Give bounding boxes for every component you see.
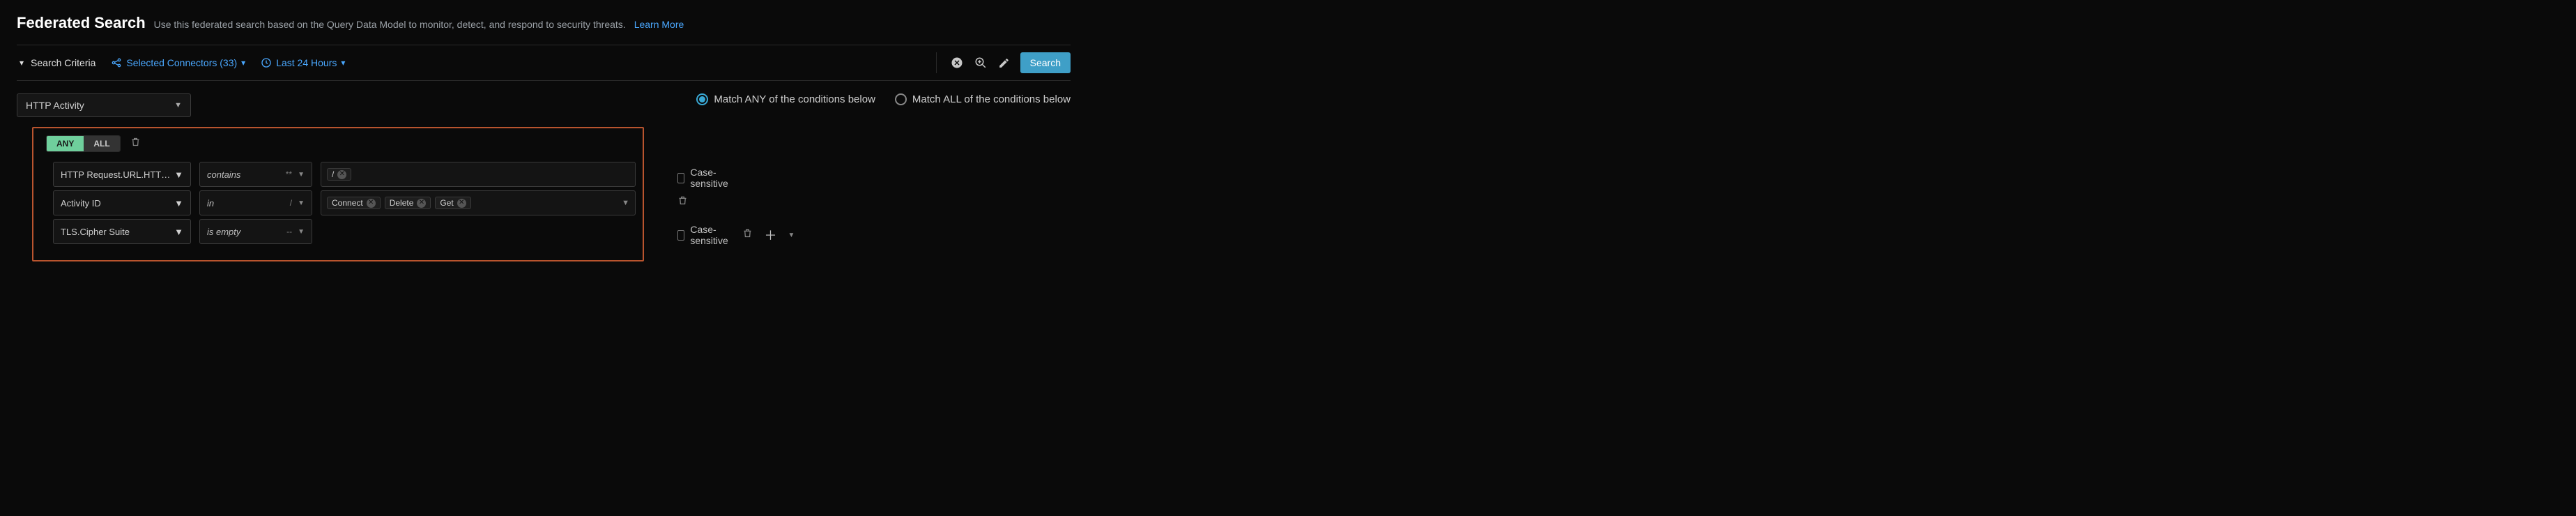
event-type-value: HTTP Activity <box>26 100 84 111</box>
chip-label: / <box>332 169 334 179</box>
remove-chip-icon[interactable]: ✕ <box>367 199 376 208</box>
chip-label: Connect <box>332 198 363 208</box>
field-select[interactable]: TLS.Cipher Suite ▼ <box>53 219 191 244</box>
match-any-label: Match ANY of the conditions below <box>714 93 875 105</box>
operator-value: is empty <box>207 227 240 237</box>
segment-all[interactable]: ALL <box>84 136 119 151</box>
match-any-radio[interactable]: Match ANY of the conditions below <box>696 93 875 105</box>
conditions-group: ANY ALL HTTP Request.URL.HTTP Qu… ▼ cont… <box>32 127 644 261</box>
chevron-down-icon: ▾ <box>20 58 24 68</box>
remove-chip-icon[interactable]: ✕ <box>457 199 466 208</box>
trash-icon[interactable] <box>130 137 141 151</box>
value-chip[interactable]: Delete✕ <box>385 197 431 209</box>
chevron-down-icon: ▼ <box>174 227 183 237</box>
operator-select[interactable]: in / ▼ <box>199 190 312 215</box>
search-criteria-label: Search Criteria <box>31 57 95 68</box>
checkbox-box-icon <box>677 173 684 183</box>
operator-select[interactable]: is empty -- ▼ <box>199 219 312 244</box>
learn-more-link[interactable]: Learn More <box>634 19 684 30</box>
operator-select[interactable]: contains ** ▼ <box>199 162 312 187</box>
chip-label: Delete <box>390 198 414 208</box>
trash-icon[interactable] <box>742 228 753 242</box>
page-title: Federated Search <box>17 14 146 32</box>
case-sensitive-label: Case-sensitive <box>690 224 731 246</box>
field-value: TLS.Cipher Suite <box>61 227 130 237</box>
field-select[interactable]: HTTP Request.URL.HTTP Qu… ▼ <box>53 162 191 187</box>
timerange-dropdown[interactable]: Last 24 Hours ▾ <box>261 57 345 68</box>
checkbox-box-icon <box>677 230 684 241</box>
any-all-segmented[interactable]: ANY ALL <box>46 135 121 152</box>
condition-row: TLS.Cipher Suite ▼ is empty -- ▼ <box>53 219 636 244</box>
zoom-in-icon[interactable] <box>973 55 988 70</box>
page-subtitle: Use this federated search based on the Q… <box>154 19 626 30</box>
chevron-down-icon: ▾ <box>341 58 345 68</box>
remove-chip-icon[interactable]: ✕ <box>337 170 346 179</box>
operator-value: contains <box>207 169 240 180</box>
connectors-label: Selected Connectors (33) <box>126 57 237 68</box>
segment-any[interactable]: ANY <box>47 136 84 151</box>
operator-hint: ** <box>286 169 292 179</box>
value-chip[interactable]: Get ✕ <box>435 197 470 209</box>
chip-label: Get <box>440 198 453 208</box>
radio-selected-icon <box>696 93 708 105</box>
value-input[interactable]: Connect✕ Delete✕ Get✕ ▼ <box>321 190 636 215</box>
chevron-down-icon: ▼ <box>174 169 183 180</box>
case-sensitive-label: Case-sensitive <box>690 167 731 189</box>
field-value: Activity ID <box>61 198 101 208</box>
search-criteria-toggle[interactable]: ▾ Search Criteria <box>20 57 95 68</box>
edit-icon[interactable] <box>997 55 1012 70</box>
chevron-down-icon: ▼ <box>298 199 305 207</box>
chevron-down-icon: ▼ <box>298 171 305 179</box>
chevron-down-icon[interactable]: ▼ <box>617 199 629 207</box>
case-sensitive-checkbox[interactable]: Case-sensitive <box>677 224 731 246</box>
condition-row: Activity ID ▼ in /▼ Connect✕ Delete✕ Get… <box>53 190 636 215</box>
match-all-radio[interactable]: Match ALL of the conditions below <box>895 93 1071 105</box>
connectors-dropdown[interactable]: Selected Connectors (33) ▾ <box>111 57 245 68</box>
search-button[interactable]: Search <box>1020 52 1071 73</box>
value-chip[interactable]: Connect ✕ <box>327 197 381 209</box>
operator-hint: / <box>290 198 292 208</box>
radio-unselected-icon <box>895 93 907 105</box>
chevron-down-icon[interactable]: ▼ <box>788 232 795 239</box>
value-input[interactable]: / ✕ <box>321 162 636 187</box>
operator-value: in <box>207 198 214 208</box>
clear-icon[interactable] <box>949 55 965 70</box>
chevron-down-icon: ▼ <box>174 101 182 109</box>
timerange-label: Last 24 Hours <box>276 57 337 68</box>
value-chip[interactable]: / ✕ <box>327 168 351 181</box>
share-nodes-icon <box>111 57 122 68</box>
remove-chip-icon[interactable]: ✕ <box>417 199 426 208</box>
condition-row: HTTP Request.URL.HTTP Qu… ▼ contains ** ▼… <box>53 162 636 187</box>
trash-icon[interactable] <box>677 195 688 209</box>
match-all-label: Match ALL of the conditions below <box>912 93 1071 105</box>
chevron-down-icon: ▾ <box>241 58 245 68</box>
case-sensitive-checkbox[interactable]: Case-sensitive <box>677 167 731 189</box>
chevron-down-icon: ▼ <box>298 228 305 236</box>
clock-icon <box>261 57 272 68</box>
chevron-down-icon: ▼ <box>174 198 183 208</box>
event-type-select[interactable]: HTTP Activity ▼ <box>17 93 191 117</box>
add-condition-button[interactable]: ＋ <box>764 226 776 244</box>
field-value: HTTP Request.URL.HTTP Qu… <box>61 169 172 180</box>
operator-hint: -- <box>286 227 292 236</box>
field-select[interactable]: Activity ID ▼ <box>53 190 191 215</box>
